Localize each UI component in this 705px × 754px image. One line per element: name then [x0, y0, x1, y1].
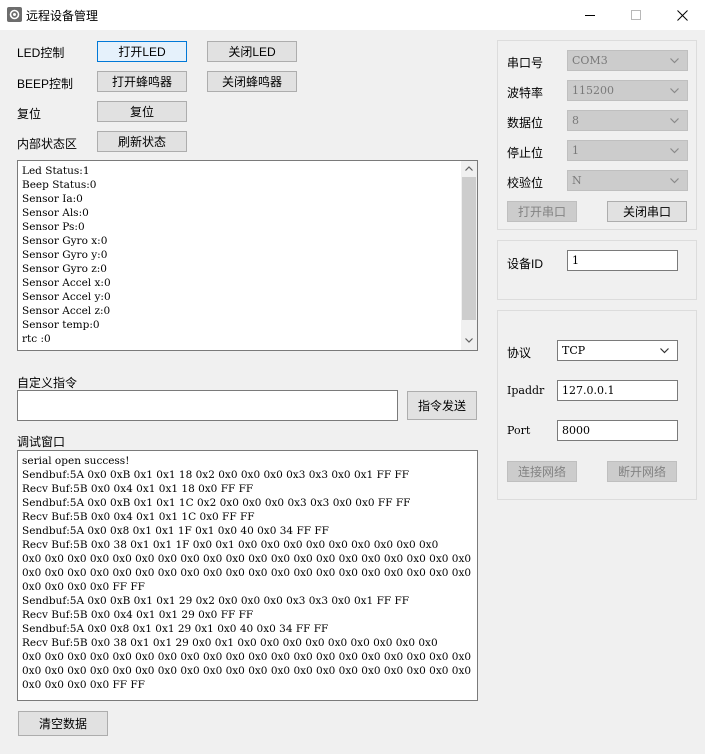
status-line: Beep Status:0: [22, 179, 97, 191]
protocol-select[interactable]: TCP: [557, 340, 678, 361]
debug-line: Sendbuf:5A 0x0 0xB 0x1 0x1 29 0x2 0x0 0x…: [22, 595, 410, 607]
status-scrollbar[interactable]: [461, 161, 477, 350]
debug-line: Recv Buf:5B 0x0 38 0x1 0x1 29 0x0 0x1 0x…: [22, 637, 438, 649]
baud-rate-value: 115200: [572, 84, 614, 97]
protocol-label: 协议: [507, 346, 532, 360]
custom-command-label: 自定义指令: [17, 376, 78, 390]
disconnect-network-button[interactable]: 断开网络: [607, 461, 677, 482]
status-line: Sensor Accel y:0: [22, 291, 111, 303]
refresh-status-button[interactable]: 刷新状态: [97, 131, 187, 152]
debug-line: Recv Buf:5B 0x0 38 0x1 0x1 1F 0x0 0x1 0x…: [22, 539, 439, 551]
serial-port-select[interactable]: COM3: [567, 50, 688, 71]
debug-line: Recv Buf:5B 0x0 0x4 0x1 0x1 18 0x0 FF FF: [22, 483, 254, 495]
reset-button[interactable]: 复位: [97, 101, 187, 122]
beep-control-label: BEEP控制: [17, 77, 74, 91]
chevron-down-icon: [670, 87, 679, 93]
serial-port-label: 串口号: [507, 56, 544, 70]
open-serial-button[interactable]: 打开串口: [507, 201, 577, 222]
scroll-up-icon[interactable]: [465, 166, 473, 171]
serial-port-value: COM3: [572, 54, 608, 67]
debug-line: 0x0 0x0 0x0 0x0 FF FF: [22, 679, 145, 691]
stop-bits-value: 1: [572, 144, 579, 157]
status-lines: Led Status:1 Beep Status:0 Sensor Ia:0 Sens…: [22, 164, 457, 346]
debug-line: 0x0 0x0 0x0 0x0 0x0 0x0 0x0 0x0 0x0 0x0 …: [22, 567, 472, 579]
debug-line: 0x0 0x0 0x0 0x0 FF FF: [22, 581, 145, 593]
ip-address-label: Ipaddr: [507, 384, 545, 397]
beep-off-button[interactable]: 关闭蜂鸣器: [207, 71, 297, 92]
network-port-label: Port: [507, 424, 531, 437]
status-line: Sensor temp:0: [22, 319, 100, 331]
device-id-input[interactable]: 1: [567, 250, 678, 271]
parity-select[interactable]: N: [567, 170, 688, 191]
baud-rate-label: 波特率: [507, 86, 544, 100]
status-line: Sensor Gyro z:0: [22, 263, 107, 275]
minimize-icon: [585, 15, 595, 16]
debug-textarea[interactable]: serial open success! Sendbuf:5A 0x0 0xB 0…: [17, 450, 478, 701]
reset-label: 复位: [17, 107, 42, 121]
custom-command-input[interactable]: [17, 390, 398, 421]
stop-bits-select[interactable]: 1: [567, 140, 688, 161]
status-line: Sensor Ps:0: [22, 221, 85, 233]
status-line: Led Status:1: [22, 165, 90, 177]
parity-label: 校验位: [507, 176, 544, 190]
debug-line: Sendbuf:5A 0x0 0x8 0x1 0x1 1F 0x1 0x0 40…: [22, 525, 329, 537]
beep-on-button[interactable]: 打开蜂鸣器: [97, 71, 187, 92]
connect-network-button[interactable]: 连接网络: [507, 461, 577, 482]
status-line: Sensor Ia:0: [22, 193, 83, 205]
chevron-down-icon: [670, 57, 679, 63]
data-bits-value: 8: [572, 114, 579, 127]
close-icon: [676, 9, 688, 21]
chevron-down-icon: [670, 147, 679, 153]
chevron-down-icon: [670, 177, 679, 183]
debug-line: Recv Buf:5B 0x0 0x4 0x1 0x1 29 0x0 FF FF: [22, 609, 254, 621]
chevron-down-icon: [660, 347, 669, 353]
baud-rate-select[interactable]: 115200: [567, 80, 688, 101]
debug-line: 0x0 0x0 0x0 0x0 0x0 0x0 0x0 0x0 0x0 0x0 …: [22, 651, 472, 663]
status-line: Sensor Gyro x:0: [22, 235, 108, 247]
network-port-input[interactable]: 8000: [557, 420, 678, 441]
status-area-label: 内部状态区: [17, 137, 78, 151]
maximize-icon: [631, 10, 641, 20]
status-scroll-thumb[interactable]: [462, 177, 476, 320]
app-gear-icon: [7, 7, 22, 22]
send-command-button[interactable]: 指令发送: [407, 391, 477, 420]
debug-line: 0x0 0x0 0x0 0x0 0x0 0x0 0x0 0x0 0x0 0x0 …: [22, 553, 472, 565]
data-bits-label: 数据位: [507, 116, 544, 130]
status-line: Sensor Accel z:0: [22, 305, 111, 317]
protocol-value: TCP: [562, 344, 586, 357]
debug-line: Recv Buf:5B 0x0 0x4 0x1 0x1 1C 0x0 FF FF: [22, 511, 255, 523]
stop-bits-label: 停止位: [507, 146, 544, 160]
debug-line: 0x0 0x0 0x0 0x0 0x0 0x0 0x0 0x0 0x0 0x0 …: [22, 665, 472, 677]
close-button[interactable]: [659, 0, 705, 30]
window-title: 远程设备管理: [26, 9, 99, 23]
debug-line: Sendbuf:5A 0x0 0xB 0x1 0x1 1C 0x2 0x0 0x…: [22, 497, 411, 509]
scroll-down-icon[interactable]: [465, 338, 473, 343]
status-line: rtc :0: [22, 333, 51, 345]
parity-value: N: [572, 174, 582, 187]
close-serial-button[interactable]: 关闭串口: [607, 201, 687, 222]
led-on-button[interactable]: 打开LED: [97, 41, 187, 62]
status-line: Sensor Gyro y:0: [22, 249, 108, 261]
chevron-down-icon: [670, 117, 679, 123]
clear-data-button[interactable]: 清空数据: [18, 711, 108, 736]
led-control-label: LED控制: [17, 46, 65, 60]
status-line: Sensor Als:0: [22, 207, 89, 219]
debug-line: Sendbuf:5A 0x0 0x8 0x1 0x1 29 0x1 0x0 40…: [22, 623, 329, 635]
debug-line: serial open success!: [22, 455, 130, 467]
status-textarea[interactable]: Led Status:1 Beep Status:0 Sensor Ia:0 Sens…: [17, 160, 478, 351]
minimize-button[interactable]: [567, 0, 613, 30]
maximize-button[interactable]: [613, 0, 659, 30]
status-line: Sensor Accel x:0: [22, 277, 111, 289]
debug-line: Sendbuf:5A 0x0 0xB 0x1 0x1 18 0x2 0x0 0x…: [22, 469, 410, 481]
debug-lines: serial open success! Sendbuf:5A 0x0 0xB 0…: [22, 454, 473, 692]
debug-window-label: 调试窗口: [17, 435, 66, 449]
device-id-label: 设备ID: [507, 257, 544, 271]
data-bits-select[interactable]: 8: [567, 110, 688, 131]
led-off-button[interactable]: 关闭LED: [207, 41, 297, 62]
ip-address-input[interactable]: 127.0.0.1: [557, 380, 678, 401]
